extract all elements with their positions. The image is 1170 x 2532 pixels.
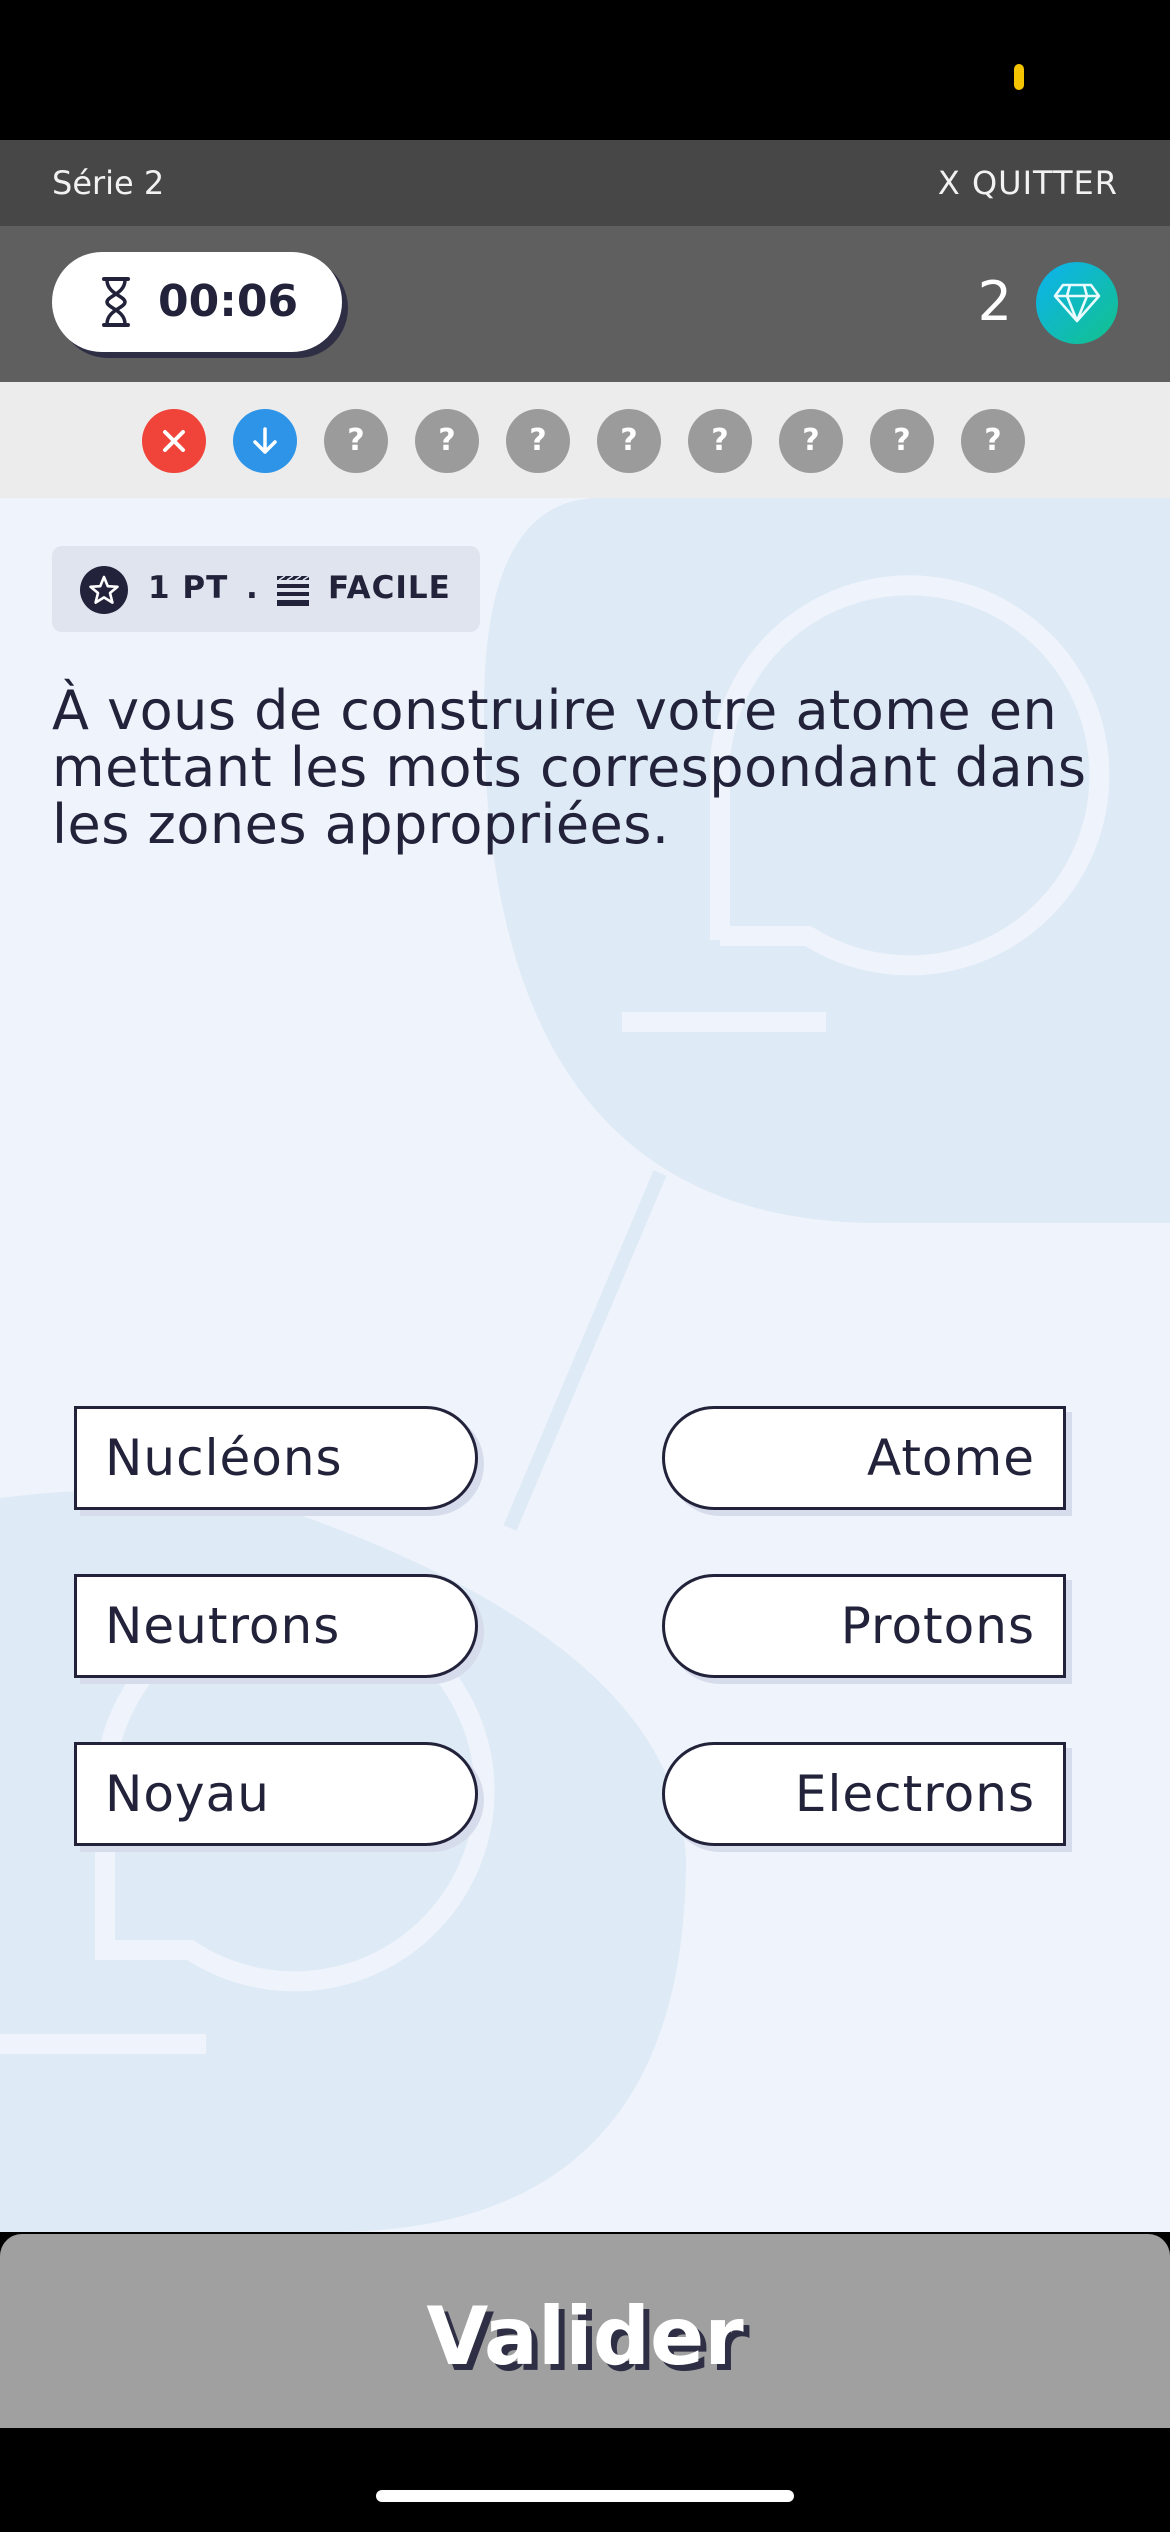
progress-dot-9: ? <box>870 409 934 473</box>
close-icon <box>163 430 185 452</box>
validate-button[interactable]: Valider <box>0 2234 1170 2428</box>
meta-separator: . <box>246 570 258 606</box>
quiz-header: 00:06 2 <box>0 226 1170 382</box>
progress-dot-4: ? <box>415 409 479 473</box>
word-chip-protons[interactable]: Protons <box>662 1574 1066 1678</box>
progress-dot-6: ? <box>597 409 661 473</box>
star-icon <box>80 566 128 614</box>
points-label: 1 PT <box>148 570 229 606</box>
timer-pill: 00:06 <box>52 252 342 352</box>
question-progress: ? ? ? ? ? ? ? ? <box>0 382 1170 498</box>
word-chip-noyau[interactable]: Noyau <box>74 1742 478 1846</box>
difficulty-label: FACILE <box>328 570 451 606</box>
word-chip-atome[interactable]: Atome <box>662 1406 1066 1510</box>
status-bar <box>0 0 1170 140</box>
progress-dot-1 <box>142 409 206 473</box>
progress-dot-3: ? <box>324 409 388 473</box>
home-indicator[interactable] <box>376 2490 794 2502</box>
progress-dot-10: ? <box>961 409 1025 473</box>
diamond-icon <box>1053 283 1101 323</box>
question-text: À vous de construire votre atome en mett… <box>52 679 1087 856</box>
gem-count: 2 <box>977 270 1012 333</box>
arrow-down-icon <box>253 427 277 454</box>
gem-badge <box>1036 262 1118 344</box>
status-indicator <box>1014 64 1024 90</box>
difficulty-icon <box>277 575 310 606</box>
progress-dot-8: ? <box>779 409 843 473</box>
progress-dot-7: ? <box>688 409 752 473</box>
progress-dot-5: ? <box>506 409 570 473</box>
quit-button[interactable]: X QUITTER <box>938 164 1118 202</box>
progress-dot-2 <box>233 409 297 473</box>
hourglass-icon <box>102 277 130 327</box>
validate-label: Valider <box>426 2290 744 2383</box>
word-chip-electrons[interactable]: Electrons <box>662 1742 1066 1846</box>
question-meta: 1 PT . FACILE <box>52 546 480 632</box>
top-bar: Série 2 X QUITTER <box>0 140 1170 226</box>
word-chip-nucleons[interactable]: Nucléons <box>74 1406 478 1510</box>
question-area: 1 PT . FACILE À vous de construire votre… <box>0 498 1170 2232</box>
word-chip-neutrons[interactable]: Neutrons <box>74 1574 478 1678</box>
timer-value: 00:06 <box>158 276 299 327</box>
series-title: Série 2 <box>52 164 165 202</box>
